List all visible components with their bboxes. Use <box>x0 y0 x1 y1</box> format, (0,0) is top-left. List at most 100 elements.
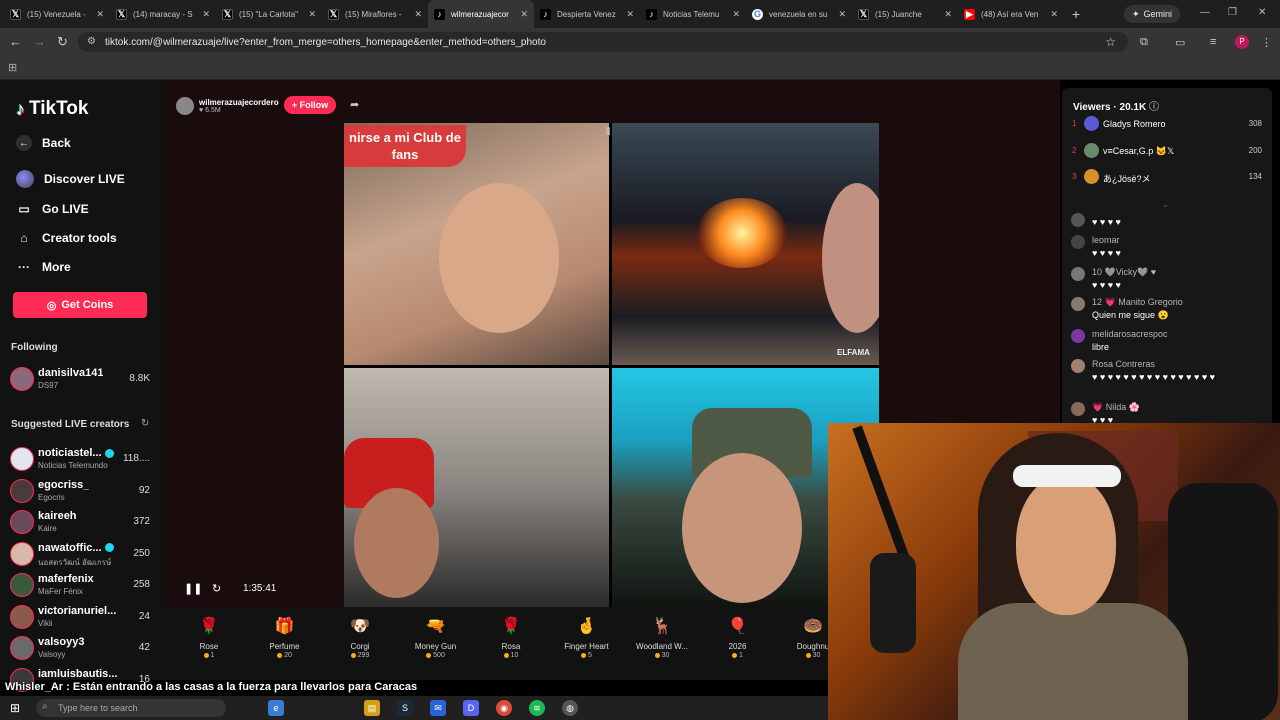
layout-icon[interactable]: ⦀ <box>606 127 610 138</box>
creator-name-text: iamluisbautis... <box>38 667 118 680</box>
new-tab-button[interactable]: + <box>1064 6 1088 22</box>
guest-video-2[interactable]: ELFAMA <box>612 123 879 365</box>
gift-icon: 🔫 <box>425 618 446 635</box>
profile-avatar[interactable]: P <box>1235 35 1249 49</box>
browser-tab[interactable]: ♪ Noticias Telemu ✕ <box>640 0 746 28</box>
guest-face <box>682 453 802 603</box>
gemini-button[interactable]: ✦ Gemini <box>1124 5 1181 23</box>
nav-more[interactable]: ··· More <box>16 259 71 275</box>
close-icon[interactable]: ✕ <box>732 9 740 20</box>
minimize-icon[interactable]: — <box>1200 7 1210 18</box>
share-icon[interactable]: ➦ <box>350 98 359 111</box>
url-text[interactable]: tiktok.com/@wilmerazuaje/live?enter_from… <box>105 37 546 48</box>
cast-icon[interactable]: ▭ <box>1175 36 1185 49</box>
gift-item[interactable]: 🔫 Money Gun 500 <box>406 611 466 659</box>
chat-subtitle-overlay: Whisler_Ar : Están entrando a las casas … <box>5 681 418 693</box>
close-icon[interactable]: ✕ <box>414 9 422 20</box>
multi-guest-video-grid[interactable]: nirse a mi Club de fans ELFAMA joseperez… <box>344 123 879 608</box>
browser-tab[interactable]: ♪ wilmerazuajecor ✕ <box>428 0 534 28</box>
mail-icon[interactable]: ✉ <box>430 700 446 716</box>
browser-tab[interactable]: 𝕏 (14) maracay - S ✕ <box>110 0 216 28</box>
back-link[interactable]: ← Back <box>16 135 71 151</box>
suggested-creator[interactable]: egocriss_ Egocris 92 <box>10 477 156 505</box>
avatar <box>10 510 34 534</box>
close-icon[interactable]: ✕ <box>626 9 634 20</box>
browser-tab[interactable]: 𝕏 (15) "La Carlota" ✕ <box>216 0 322 28</box>
viewer-rank-row[interactable]: 3 あ¿Jösë?メ 134 <box>1072 169 1267 187</box>
chat-username: leomar <box>1092 235 1120 245</box>
taskbar-search[interactable]: ⌕ Type here to search <box>36 699 226 717</box>
suggested-creator[interactable]: kaireeh Kaire 372 <box>10 508 156 536</box>
get-coins-button[interactable]: ◎ Get Coins <box>13 292 147 318</box>
browser-tab[interactable]: Gvenezuela en su ✕ <box>746 0 852 28</box>
suggested-creator[interactable]: valsoyy3 Valsoyy 42 <box>10 634 156 662</box>
host-name[interactable]: wilmerazuajecordero <box>199 98 279 107</box>
browser-tab[interactable]: 𝕏 (15) Juanche ✕ <box>852 0 958 28</box>
x-icon: 𝕏 <box>858 8 869 20</box>
discord-icon[interactable]: D <box>463 700 479 716</box>
spotify-icon[interactable]: ≋ <box>529 700 545 716</box>
media-icon[interactable]: ≡ <box>1210 36 1216 48</box>
gift-item[interactable]: 🎈 2026 1 <box>708 611 768 659</box>
obs-icon[interactable]: ◍ <box>562 700 578 716</box>
restore-icon[interactable]: ❐ <box>1228 7 1237 18</box>
gift-item[interactable]: 🤞 Finger Heart 5 <box>557 611 617 659</box>
viewer-rank-row[interactable]: 2 v≡Cesar,G.p 🐱𝕏 200 <box>1072 142 1267 161</box>
avatar <box>10 573 34 597</box>
browser-tab[interactable]: ♪ Despierta Venez ✕ <box>534 0 640 28</box>
edge-icon[interactable]: e <box>268 700 284 716</box>
close-icon[interactable]: ✕ <box>308 9 316 20</box>
gift-item[interactable]: 🌹 Rose 1 <box>179 611 239 659</box>
close-window-icon[interactable]: ✕ <box>1258 7 1266 18</box>
close-icon[interactable]: ✕ <box>1050 9 1058 20</box>
close-icon[interactable]: ✕ <box>944 9 952 20</box>
bookmark-star-icon[interactable]: ☆ <box>1105 35 1116 49</box>
nav-go-live[interactable]: ▭ Go LIVE <box>16 201 88 217</box>
guest-video-3[interactable] <box>344 368 609 608</box>
close-icon[interactable]: ✕ <box>520 9 528 20</box>
tiktok-logo[interactable]: ♪ TikTok <box>16 98 88 120</box>
close-icon[interactable]: ✕ <box>96 9 104 20</box>
site-info-icon[interactable]: ⚙ <box>87 36 96 47</box>
steam-icon[interactable]: S <box>397 700 413 716</box>
browser-tab[interactable]: 𝕏 (15) Miraflores - ✕ <box>322 0 428 28</box>
refresh-icon[interactable]: ↻ <box>212 582 221 595</box>
viewer-rank-row[interactable]: 1 Gladys Romero 308 <box>1072 116 1267 134</box>
following-item[interactable]: danisilva141 DS97 8.8K <box>10 365 156 393</box>
gift-item[interactable]: 🌹 Rosa 10 <box>481 611 541 659</box>
extensions-icon[interactable]: ⧉ <box>1140 36 1148 49</box>
file-explorer-icon[interactable]: ▤ <box>364 700 380 716</box>
close-icon[interactable]: ✕ <box>838 9 846 20</box>
stream-elapsed-time: 1:35:41 <box>243 583 277 594</box>
pause-icon[interactable]: ❚❚ <box>184 582 202 595</box>
gift-item[interactable]: 🐶 Corgi 299 <box>330 611 390 659</box>
x-icon: 𝕏 <box>328 8 339 20</box>
guest-video-1[interactable]: nirse a mi Club de fans <box>344 123 609 365</box>
host-avatar[interactable] <box>176 97 194 115</box>
close-icon[interactable]: ✕ <box>202 9 210 20</box>
forward-arrow-icon[interactable]: → <box>33 34 46 49</box>
gift-item[interactable]: 🦌 Woodland W... 30 <box>632 611 692 659</box>
suggested-creator[interactable]: victorianuriel... Vikii 24 <box>10 603 156 631</box>
apps-grid-icon[interactable]: ⊞ <box>8 61 17 74</box>
avatar <box>1071 235 1085 249</box>
gift-item[interactable]: 🎁 Perfume 20 <box>255 611 315 659</box>
nav-discover-live[interactable]: Discover LIVE <box>16 170 125 188</box>
suggested-creator[interactable]: nawatoffic... นอสตรวัฒน์ อัฒเกรษ์ 250 <box>10 540 156 568</box>
chevron-down-icon[interactable]: ⌄ <box>1162 200 1169 209</box>
info-icon[interactable]: ⓘ <box>1149 102 1159 113</box>
windows-start-icon[interactable]: ⊞ <box>10 701 20 715</box>
browser-tab[interactable]: ▶ (48) Así era Ven ✕ <box>958 0 1064 28</box>
back-arrow-icon[interactable]: ← <box>9 34 22 49</box>
browser-tab[interactable]: 𝕏 (15) Venezuela - ✕ <box>4 0 110 28</box>
menu-kebab-icon[interactable]: ⋮ <box>1261 36 1272 49</box>
refresh-icon[interactable]: ↻ <box>141 418 149 429</box>
chrome-icon[interactable]: ◉ <box>496 700 512 716</box>
follow-button[interactable]: + Follow <box>284 96 336 114</box>
suggested-creator[interactable]: noticiastel... Noticias Telemundo 118.... <box>10 445 156 473</box>
nav-creator-tools[interactable]: ⌂ Creator tools <box>16 230 116 246</box>
url-bar[interactable]: ⚙ tiktok.com/@wilmerazuaje/live?enter_fr… <box>78 32 1128 52</box>
viewers-heading[interactable]: Viewers · 20.1K ⓘ <box>1073 98 1159 113</box>
suggested-creator[interactable]: maferfenix MaFer Fénix 258 <box>10 571 156 599</box>
reload-icon[interactable]: ↻ <box>57 34 68 50</box>
